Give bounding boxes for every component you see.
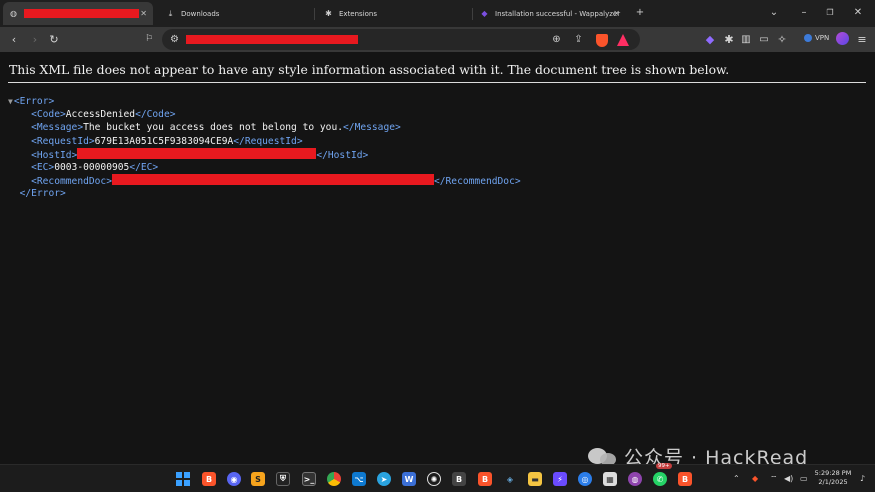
windows-start-icon[interactable] (176, 472, 190, 486)
restore-icon[interactable]: ❐ (822, 6, 838, 20)
bookmark-icon[interactable]: ⚐ (142, 32, 156, 46)
divider (8, 82, 866, 83)
tab-strip: ◍ ✕ ⤓ Downloads ✱ Extensions ◆ Installat… (0, 0, 875, 27)
file-explorer-icon[interactable]: ▬ (528, 472, 542, 486)
store-icon[interactable]: ▦ (603, 472, 617, 486)
sublime-icon[interactable]: S (251, 472, 265, 486)
xml-node-recommend-doc: <RecommendDoc> </RecommendDoc> (31, 174, 521, 188)
back-arrow-icon[interactable]: ‹ (7, 32, 21, 46)
tab-separator (314, 8, 315, 20)
word-icon[interactable]: W (402, 472, 416, 486)
vscode-icon[interactable]: ⌥ (352, 472, 366, 486)
wifi-icon[interactable]: ⌔ (770, 474, 778, 484)
forward-arrow-icon[interactable]: › (28, 32, 42, 46)
address-bar[interactable]: ⚙ ⊕ ⇪ (162, 29, 640, 50)
profile-avatar[interactable] (836, 32, 849, 45)
tab-separator (472, 8, 473, 20)
xml-node-ec: <EC>0003-00000905</EC> (31, 161, 159, 173)
host-id-redacted (77, 147, 317, 159)
taskbar: B ◉ S ⛨ >_ ⌥ ➤ W ✺ B B ◈ ▬ ⚡ ◎ ▦ ◍ ✆ 99+… (0, 463, 875, 492)
shield-app-icon[interactable]: ⛨ (276, 472, 290, 486)
xml-tree: ▼<Error> <Code>AccessDenied</Code> <Mess… (8, 95, 521, 201)
recommend-doc-redacted (111, 174, 434, 186)
sidebar-icon[interactable]: ▥ (739, 32, 753, 46)
wallet-icon[interactable]: ▭ (757, 32, 771, 46)
leo-ai-icon[interactable]: ✧ (775, 32, 789, 46)
xml-node-request-id: <RequestId>679E13A051C5F9383094CE9A</Req… (31, 135, 303, 147)
tray-brave-icon[interactable]: ◆ (752, 474, 758, 483)
xml-style-notice: This XML file does not appear to have an… (9, 62, 730, 77)
share-icon[interactable]: ⇪ (572, 33, 585, 46)
brave-icon[interactable]: B (202, 472, 216, 486)
browser-toolbar: ‹ › ↻ ⚐ ⚙ ⊕ ⇪ ◆ ✱ ▥ ▭ ✧ VPN ≡ (0, 27, 875, 52)
chromium-icon[interactable]: ◎ (578, 472, 592, 486)
clock-date: 2/1/2025 (818, 478, 848, 486)
download-icon: ⤓ (168, 8, 173, 18)
notification-bell-icon[interactable]: ♪ (860, 474, 865, 483)
whatsapp-badge: 99+ (656, 463, 672, 469)
volume-icon[interactable]: ◀) (784, 474, 793, 483)
reload-icon[interactable]: ↻ (47, 32, 61, 46)
vpn-button[interactable]: VPN (804, 34, 829, 42)
xml-node-host-id: <HostId> </HostId> (31, 147, 369, 161)
taskbar-clock[interactable]: 5:29:28 PM 2/1/2025 (811, 469, 855, 487)
telegram-icon[interactable]: ➤ (377, 472, 391, 486)
new-tab-button[interactable]: + (632, 6, 648, 20)
openai-icon[interactable]: ✺ (427, 472, 441, 486)
tor-icon[interactable]: ◍ (628, 472, 642, 486)
tab-label: Installation successful - Wappalyzer (495, 9, 621, 18)
menu-hamburger-icon[interactable]: ≡ (855, 32, 869, 46)
minimize-icon[interactable]: – (796, 6, 812, 20)
brave-rewards-icon[interactable] (617, 34, 629, 46)
tab-title-redacted (24, 9, 139, 18)
extension-icon[interactable]: ◆ (703, 32, 717, 46)
globe-icon: ◍ (10, 9, 17, 18)
zoom-icon[interactable]: ⊕ (550, 33, 563, 46)
extensions-puzzle-icon[interactable]: ✱ (722, 32, 736, 46)
tab-label: Extensions (339, 9, 378, 18)
tab-wappalyzer[interactable]: ◆ Installation successful - Wappalyzer ✕ (474, 2, 626, 25)
page-content: This XML file does not appear to have an… (0, 52, 875, 464)
xml-node-code: <Code>AccessDenied</Code> (31, 109, 176, 121)
chrome-icon[interactable] (327, 472, 341, 486)
brave-beta-icon[interactable]: B (478, 472, 492, 486)
xml-root-open: ▼<Error> (8, 96, 55, 107)
close-tab-icon[interactable]: ✕ (140, 9, 147, 18)
tray-chevron-icon[interactable]: ⌃ (733, 474, 740, 483)
wappalyzer-icon: ◆ (481, 9, 488, 18)
edge-dev-icon[interactable]: ◈ (503, 472, 517, 486)
battery-icon[interactable]: ▭ (800, 474, 808, 483)
whatsapp-icon[interactable]: ✆ (653, 472, 667, 486)
terminal-icon[interactable]: >_ (302, 472, 316, 486)
brave-nightly-icon[interactable]: B (678, 472, 692, 486)
xml-node-message: <Message>The bucket you access does not … (31, 122, 401, 134)
collapse-triangle-icon[interactable]: ▼ (8, 97, 13, 106)
close-tab-icon[interactable]: ✕ (613, 9, 620, 18)
discord-icon[interactable]: ◉ (227, 472, 241, 486)
tab-current[interactable]: ◍ ✕ (3, 2, 153, 25)
app-b-icon[interactable]: B (452, 472, 466, 486)
vpn-status-icon (804, 34, 812, 42)
puzzle-icon: ✱ (325, 9, 332, 18)
tab-search-chevron-icon[interactable]: ⌄ (766, 6, 782, 20)
power-automate-icon[interactable]: ⚡ (553, 472, 567, 486)
brave-shields-icon[interactable] (596, 34, 608, 47)
site-settings-icon[interactable]: ⚙ (168, 33, 181, 46)
url-redacted (186, 35, 358, 44)
window-close-icon[interactable]: ✕ (850, 6, 866, 20)
tab-label: Downloads (181, 9, 220, 18)
tab-downloads[interactable]: ⤓ Downloads (160, 2, 310, 25)
xml-root-close: </Error> (19, 188, 66, 200)
tab-extensions[interactable]: ✱ Extensions (318, 2, 468, 25)
clock-time: 5:29:28 PM (814, 469, 852, 477)
vpn-label: VPN (815, 34, 830, 42)
